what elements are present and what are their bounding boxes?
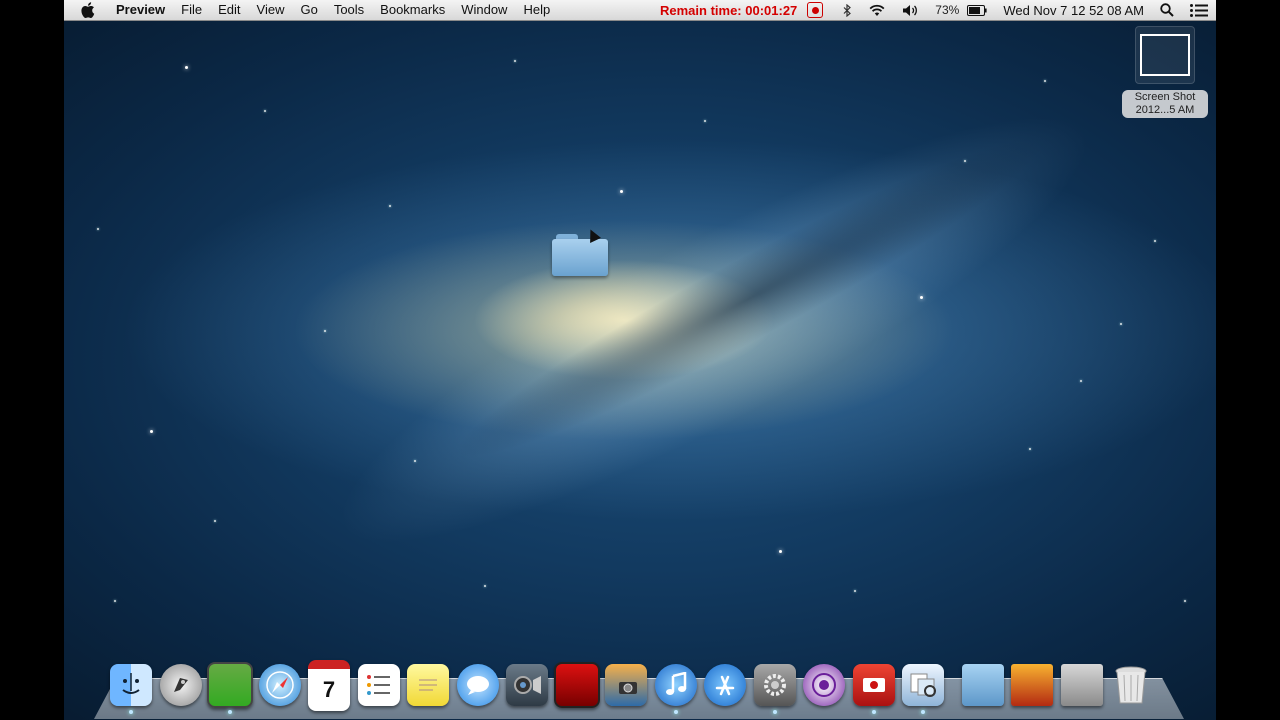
app-menu-preview[interactable]: Preview xyxy=(108,0,173,20)
dock-iphoto[interactable] xyxy=(603,662,649,708)
record-icon[interactable] xyxy=(807,2,824,18)
dock-documents-folder[interactable] xyxy=(960,662,1006,708)
dock-stickies[interactable] xyxy=(405,662,451,708)
volume-icon[interactable] xyxy=(902,4,919,17)
apple-menu-icon[interactable] xyxy=(80,2,96,18)
menu-window[interactable]: Window xyxy=(453,0,515,20)
movie-icon xyxy=(1011,664,1053,706)
preview-icon xyxy=(902,664,944,706)
desktop: Preview File Edit View Go Tools Bookmark… xyxy=(64,0,1216,720)
dock-itunes[interactable] xyxy=(653,662,699,714)
dock-facetime[interactable] xyxy=(504,662,550,708)
dock-trash[interactable] xyxy=(1108,662,1154,708)
finder-icon xyxy=(110,664,152,706)
dock-screen-recorder[interactable] xyxy=(851,662,897,714)
wifi-icon[interactable] xyxy=(868,4,886,17)
screen-recorder-icon xyxy=(852,664,895,706)
itunes-icon xyxy=(654,664,697,706)
dock-finder[interactable] xyxy=(108,662,154,714)
documents-folder-icon xyxy=(961,664,1004,706)
dock-messages[interactable] xyxy=(455,662,501,708)
clock[interactable]: Wed Nov 7 12 52 08 AM xyxy=(1003,3,1144,18)
screenshot-file-name-line2: 2012...5 AM xyxy=(1135,104,1195,116)
dock-reminders[interactable] xyxy=(356,662,402,708)
reminders-icon xyxy=(357,664,400,706)
battery-percent: 73% xyxy=(935,3,960,17)
calendar-icon: 7 xyxy=(308,659,350,711)
downloads-folder-icon xyxy=(1060,664,1103,706)
menu-edit[interactable]: Edit xyxy=(210,0,248,20)
menu-help[interactable]: Help xyxy=(515,0,558,20)
dock: 7 xyxy=(108,659,1158,714)
menu-tools[interactable]: Tools xyxy=(326,0,372,20)
status-area: Remain time: 00:01:27 73% Wed Nov 7 12 5… xyxy=(660,0,1216,20)
dock-bittorrent[interactable] xyxy=(801,662,847,708)
dock-photo-booth-2[interactable] xyxy=(553,662,600,708)
system-preferences-icon xyxy=(753,664,796,706)
dock-downloads-folder[interactable] xyxy=(1059,662,1105,708)
screenshot-file-name-line1: Screen Shot xyxy=(1134,91,1196,103)
bluetooth-icon[interactable] xyxy=(843,3,852,17)
stickies-icon xyxy=(407,664,449,706)
dock-app-store[interactable] xyxy=(702,662,748,708)
iphoto-icon xyxy=(605,664,647,706)
screenshot-file-label[interactable]: Screen Shot 2012...5 AM xyxy=(1122,90,1208,118)
dock-calendar[interactable]: 7 xyxy=(306,659,352,711)
launchpad-icon xyxy=(159,664,202,706)
calendar-day: 7 xyxy=(322,676,336,702)
screenshot-thumbnail-icon[interactable] xyxy=(1135,26,1195,84)
menu-bar: Preview File Edit View Go Tools Bookmark… xyxy=(64,0,1216,21)
facetime-icon xyxy=(506,664,548,706)
galaxy-wallpaper xyxy=(218,0,1210,720)
spotlight-search-icon[interactable] xyxy=(1160,3,1174,17)
battery-icon[interactable] xyxy=(967,4,987,16)
desktop-folder-icon[interactable] xyxy=(552,232,608,276)
safari-icon xyxy=(258,664,301,706)
notification-center-icon[interactable] xyxy=(1190,3,1208,17)
menu-bookmarks[interactable]: Bookmarks xyxy=(372,0,453,20)
messages-icon xyxy=(456,664,499,706)
dock-system-preferences[interactable] xyxy=(752,662,798,714)
dock-safari[interactable] xyxy=(257,662,303,708)
galaxy-dust-lane xyxy=(383,28,1105,552)
dock-photo-booth[interactable] xyxy=(207,662,253,714)
photo-booth-icon xyxy=(207,662,253,708)
dock-preview[interactable] xyxy=(900,662,946,714)
remain-time-label: Remain time: 00:01:27 xyxy=(660,2,798,18)
app-store-icon xyxy=(704,664,746,706)
menu-file[interactable]: File xyxy=(173,0,210,20)
desktop-screenshot-file[interactable]: Screen Shot 2012...5 AM xyxy=(1122,26,1208,118)
menu-go[interactable]: Go xyxy=(292,0,325,20)
trash-icon xyxy=(1110,664,1152,706)
photo-booth-icon xyxy=(553,662,600,708)
bittorrent-icon xyxy=(803,664,845,706)
dock-movie[interactable] xyxy=(1009,662,1055,708)
menu-view[interactable]: View xyxy=(249,0,293,20)
dock-launchpad[interactable] xyxy=(158,662,204,708)
